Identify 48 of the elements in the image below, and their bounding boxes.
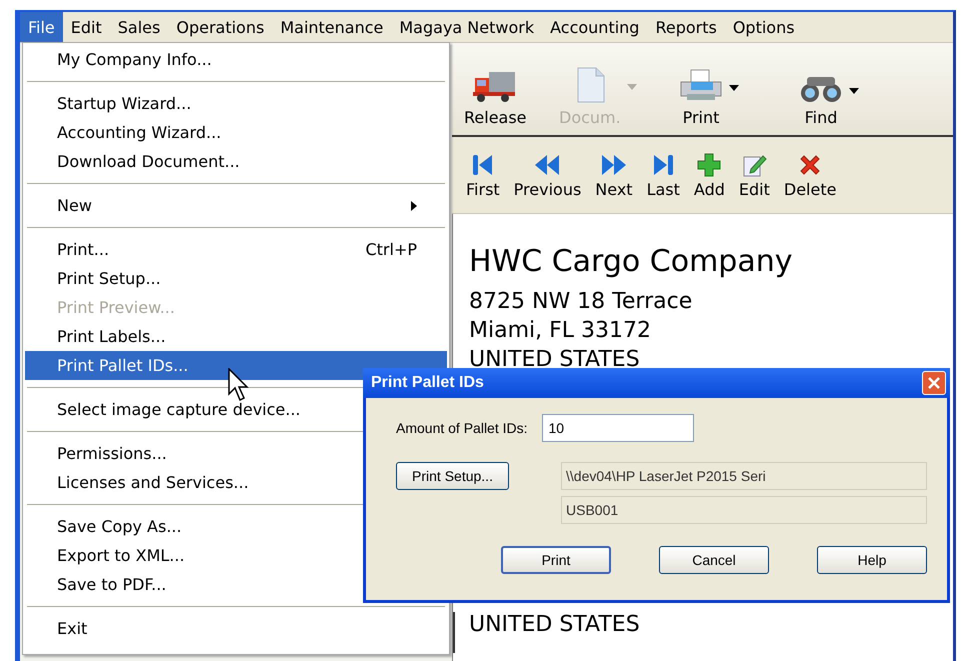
navigation-button[interactable]: Last <box>640 152 686 198</box>
menu-item[interactable]: New <box>25 191 447 220</box>
close-button[interactable] <box>922 371 946 395</box>
menu-item[interactable]: Accounting Wizard... <box>25 118 447 147</box>
menu-bar-item[interactable]: Maintenance <box>272 12 392 42</box>
menu-item[interactable]: Download Document... <box>25 147 447 176</box>
navigation-button[interactable]: Edit <box>732 152 776 198</box>
port-field: USB001 <box>561 496 927 524</box>
dialog-button[interactable]: Help <box>817 546 927 574</box>
mouse-pointer-icon <box>228 368 252 404</box>
binoculars-icon <box>799 74 843 104</box>
field-label: Amount of Pallet IDs: <box>396 420 528 436</box>
close-icon <box>927 376 941 390</box>
navigation-button[interactable]: Previous <box>508 152 588 198</box>
menu-bar-item[interactable]: File <box>20 12 63 42</box>
menu-bar-item[interactable]: Magaya Network <box>391 12 542 42</box>
print-setup-button[interactable]: Print Setup... <box>396 462 509 490</box>
menu-bar-item[interactable]: Options <box>724 12 803 42</box>
dialog-button[interactable]: Cancel <box>659 546 769 574</box>
navigation-button[interactable]: Add <box>688 152 731 198</box>
menu-bar-item[interactable]: Operations <box>168 12 272 42</box>
address-line: 8725 NW 18 Terrace <box>469 288 694 316</box>
plus-icon <box>696 152 722 178</box>
dialog-button[interactable]: Print <box>501 546 611 574</box>
address-line: UNITED STATES <box>453 612 953 653</box>
toolbar-button[interactable]: Find <box>793 74 849 127</box>
menu-item[interactable]: My Company Info... <box>25 45 447 74</box>
menu-bar-item[interactable]: Reports <box>647 12 725 42</box>
menu-item[interactable]: Startup Wizard... <box>25 89 447 118</box>
menu-item[interactable]: Print Setup... <box>25 264 447 293</box>
navigation-button[interactable]: First <box>460 152 506 198</box>
menu-item[interactable]: Print Labels... <box>25 322 447 351</box>
menu-bar-item[interactable]: Sales <box>110 12 168 42</box>
menu-bar-item[interactable]: Accounting <box>542 12 648 42</box>
toolbar-button[interactable]: Release <box>458 68 533 127</box>
address-line: Miami, FL 33172 <box>469 317 652 345</box>
dropdown-arrow-icon[interactable] <box>729 84 739 90</box>
toolbar-button[interactable]: Print <box>673 68 729 127</box>
menu-item[interactable]: Print... Ctrl+P <box>25 235 447 264</box>
menu-item[interactable]: Exit <box>25 614 447 643</box>
dropdown-arrow-icon[interactable] <box>849 88 859 94</box>
navigation-button[interactable]: Next <box>589 152 639 198</box>
address-line: UNITED STATES <box>469 346 641 374</box>
company-name: HWC Cargo Company <box>469 244 794 279</box>
navigation-button[interactable]: Delete <box>778 152 842 198</box>
menu-bar-item[interactable]: Edit <box>62 12 110 42</box>
amount-field[interactable]: 10 <box>542 414 694 442</box>
printer-field: \\dev04\HP LaserJet P2015 Seri <box>561 462 927 490</box>
